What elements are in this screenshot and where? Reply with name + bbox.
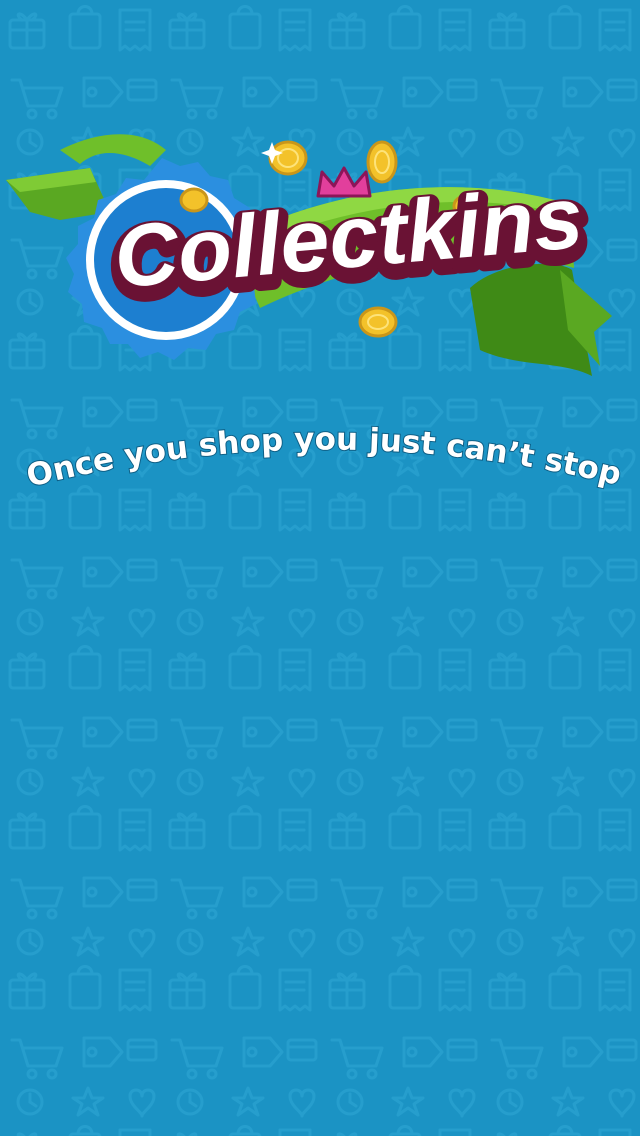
tagline-text: Once you shop you just can’t stop — [22, 420, 626, 495]
coin-icon — [358, 306, 398, 338]
app-logo: Collectkins Collectkins — [6, 134, 612, 376]
coin-icon — [268, 140, 308, 176]
splash-screen: Collectkins Collectkins Once you shop yo… — [0, 0, 640, 1136]
coin-icon — [366, 140, 398, 184]
tagline: Once you shop you just can’t stop — [22, 420, 626, 495]
svg-text:Once you shop you just can’t s: Once you shop you just can’t stop — [23, 421, 625, 494]
